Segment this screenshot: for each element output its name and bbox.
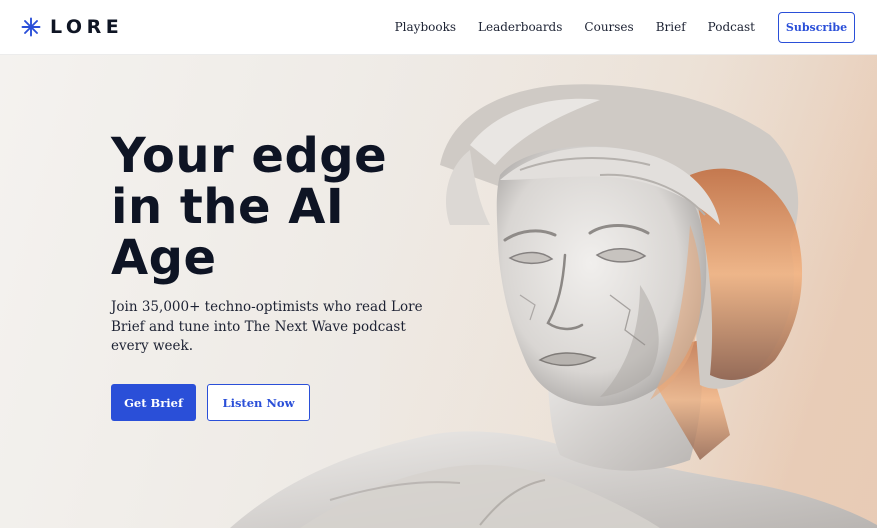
- nav-brief[interactable]: Brief: [656, 20, 686, 34]
- hero-title-line: Your edge: [111, 128, 388, 184]
- listen-now-button[interactable]: Listen Now: [207, 384, 310, 421]
- nav-leaderboards[interactable]: Leaderboards: [478, 20, 562, 34]
- nav-playbooks[interactable]: Playbooks: [395, 20, 456, 34]
- logo-text: LORE: [50, 16, 124, 38]
- main-nav: Playbooks Leaderboards Courses Brief Pod…: [373, 11, 855, 43]
- hero-subtitle: Join 35,000+ techno-optimists who read L…: [111, 299, 423, 354]
- hero-title-line: in the AI: [111, 179, 345, 235]
- hero-title: Your edge in the AI Age: [111, 131, 441, 284]
- subscribe-button[interactable]: Subscribe: [778, 11, 855, 43]
- logo[interactable]: LORE: [21, 16, 123, 38]
- site-header: LORE Playbooks Leaderboards Courses Brie…: [0, 0, 877, 55]
- get-brief-button[interactable]: Get Brief: [111, 384, 196, 421]
- nav-podcast[interactable]: Podcast: [708, 20, 755, 34]
- asterisk-snowflake-icon: [21, 17, 41, 37]
- nav-courses[interactable]: Courses: [584, 20, 633, 34]
- hero-section: Your edge in the AI Age Join 35,000+ tec…: [0, 55, 877, 528]
- hero-title-line: Age: [111, 230, 217, 286]
- marble-statue-image: [230, 55, 877, 528]
